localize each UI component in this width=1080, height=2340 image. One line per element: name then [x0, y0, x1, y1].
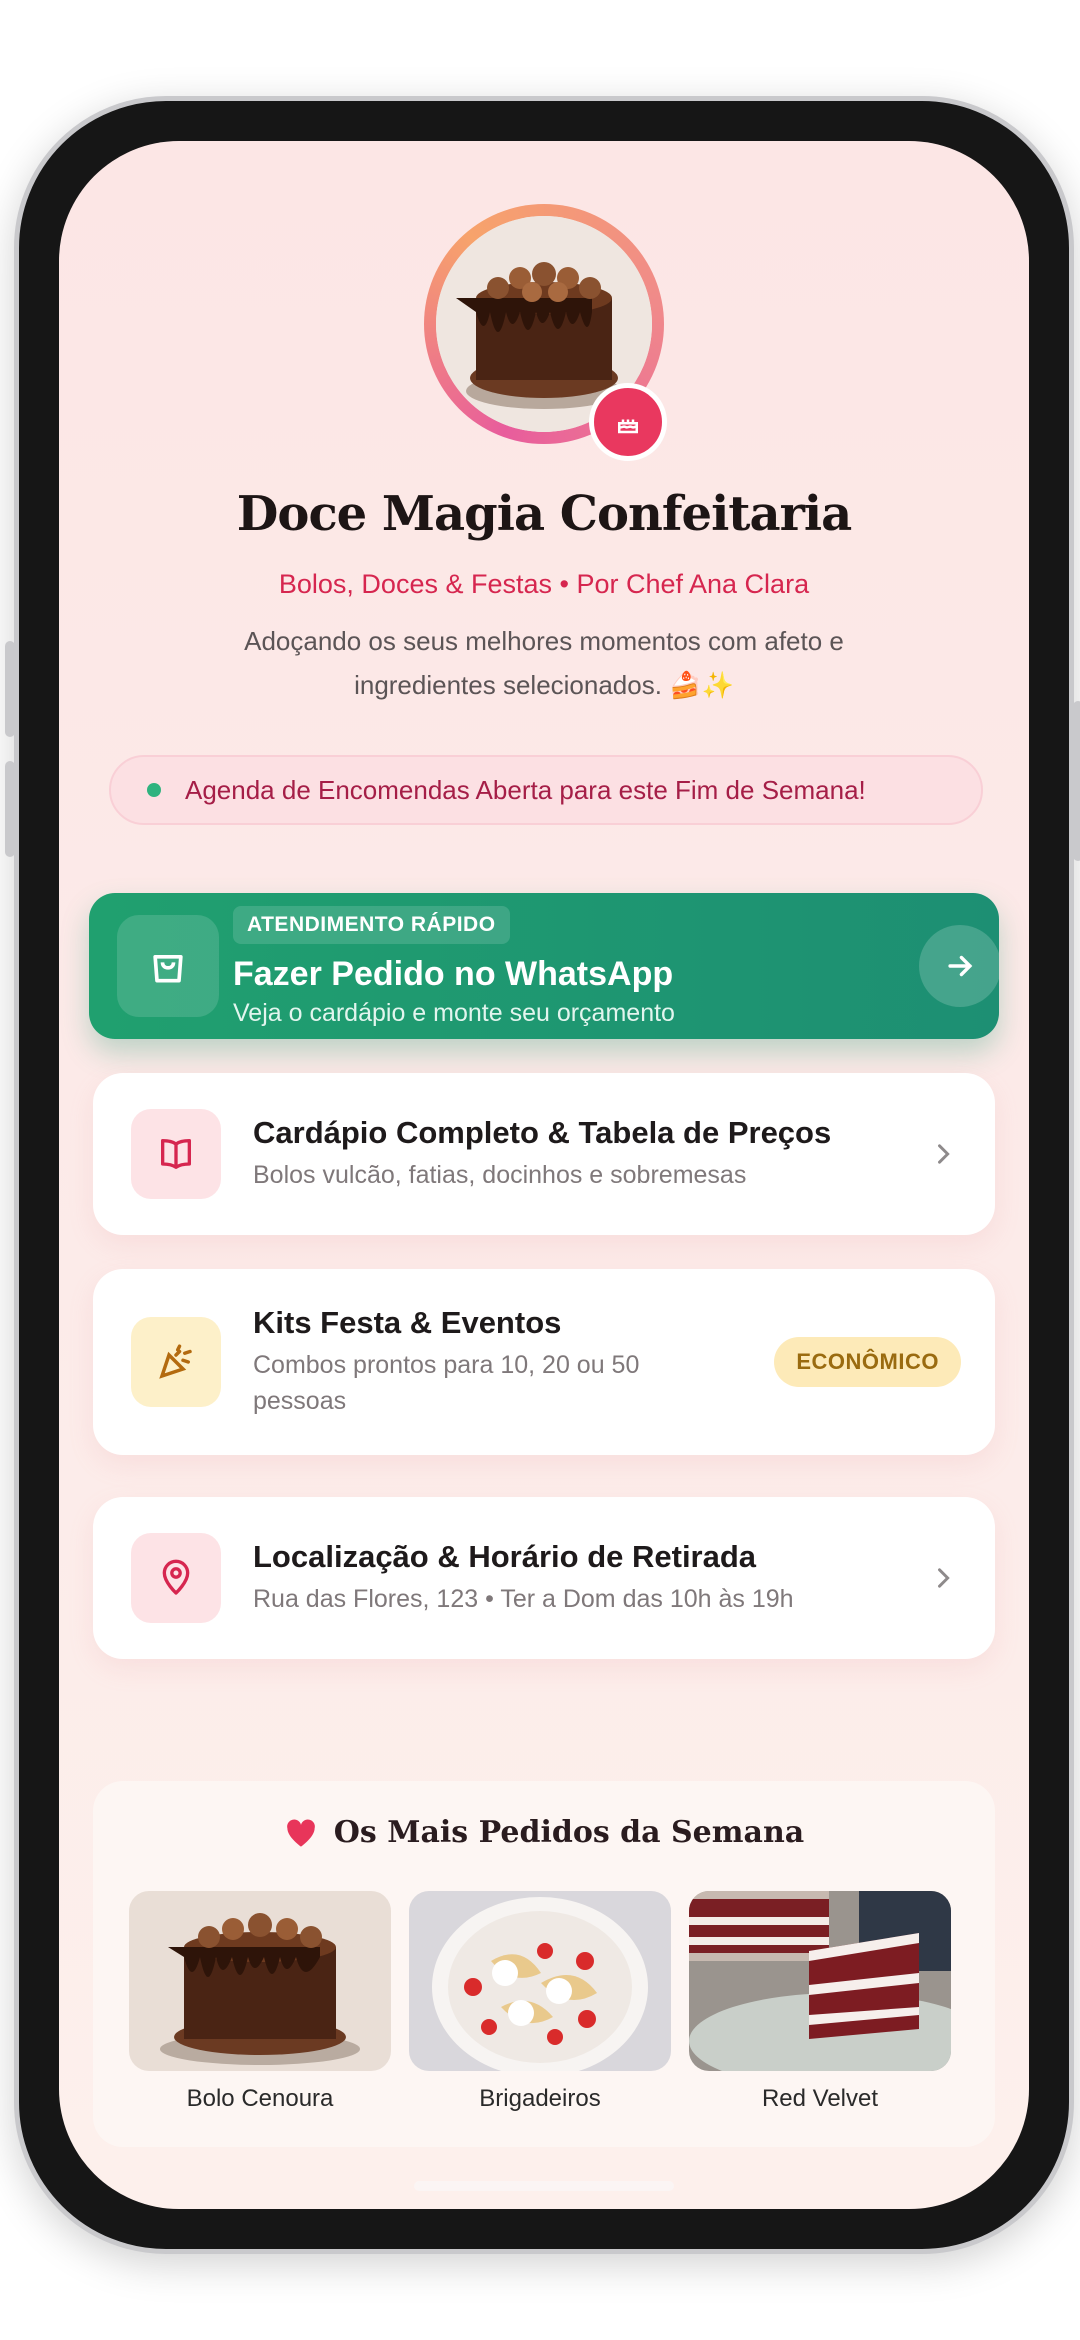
power-button — [1073, 701, 1080, 861]
whatsapp-title: Fazer Pedido no WhatsApp — [233, 955, 674, 993]
notice-text: Agenda de Encomendas Aberta para este Fi… — [185, 774, 866, 805]
home-indicator — [414, 2181, 674, 2191]
favorite-item[interactable]: Brigadeiros — [409, 1891, 671, 2113]
link-subtitle: Bolos vulcão, fatias, docinhos e sobreme… — [253, 1161, 747, 1189]
phone-frame: Doce Magia Confeitaria Bolos, Doces & Fe… — [5, 96, 1080, 2254]
location-hours-card[interactable]: Localização & Horário de Retirada Rua da… — [93, 1497, 995, 1659]
map-pin-icon — [131, 1533, 221, 1623]
favorite-label: Bolo Cenoura — [186, 2085, 334, 2112]
party-kits-card[interactable]: Kits Festa & Eventos Combos prontos para… — [93, 1269, 995, 1455]
profile-name: Doce Magia Confeitaria — [236, 486, 852, 542]
birthday-cake-icon — [618, 419, 638, 434]
favorite-item[interactable]: Red Velvet — [689, 1891, 951, 2113]
link-title: Cardápio Completo & Tabela de Preços — [253, 1115, 832, 1150]
link-title: Localização & Horário de Retirada — [253, 1539, 757, 1574]
volume-up-button — [5, 641, 15, 737]
book-icon — [131, 1109, 221, 1199]
link-title: Kits Festa & Eventos — [253, 1305, 562, 1340]
status-dot — [147, 783, 161, 797]
favorite-item[interactable]: Bolo Cenoura — [129, 1891, 391, 2113]
menu-link-card[interactable]: Cardápio Completo & Tabela de Preços Bol… — [93, 1073, 995, 1235]
profile-tagline: Bolos, Doces & Festas • Por Chef Ana Cla… — [278, 569, 810, 599]
chevron-right-icon — [938, 1568, 950, 1588]
section-title: Os Mais Pedidos da Semana — [333, 1815, 805, 1850]
volume-down-button — [5, 761, 15, 857]
arrow-right-icon — [919, 925, 999, 1007]
whatsapp-tag: ATENDIMENTO RÁPIDO — [233, 906, 510, 944]
whatsapp-subtitle: Veja o cardápio e monte seu orçamento — [233, 999, 675, 1027]
brigadeiros-image — [409, 1891, 671, 2071]
cake-image — [129, 1891, 391, 2071]
shopping-bag-icon — [117, 915, 219, 1017]
favorite-label: Red Velvet — [761, 2085, 879, 2112]
savings-badge: ECONÔMICO — [774, 1337, 961, 1387]
availability-notice: Agenda de Encomendas Aberta para este Fi… — [109, 755, 983, 825]
chevron-right-icon — [938, 1144, 950, 1164]
red-velvet-image — [689, 1891, 951, 2071]
birthday-cake-badge — [589, 383, 667, 461]
profile-bio: Adoçando os seus melhores momentos com a… — [244, 626, 844, 700]
link-subtitle: Rua das Flores, 123 • Ter a Dom das 10h … — [253, 1585, 794, 1613]
screen: Doce Magia Confeitaria Bolos, Doces & Fe… — [59, 141, 1029, 2209]
whatsapp-order-button[interactable]: ATENDIMENTO RÁPIDO Fazer Pedido no Whats… — [89, 893, 999, 1039]
party-popper-icon — [131, 1317, 221, 1407]
link-subtitle: Combos prontos para 10, 20 ou 50 pessoas — [253, 1351, 640, 1415]
favorite-label: Brigadeiros — [479, 2085, 601, 2112]
heart-icon — [286, 1818, 315, 1847]
top-orders-section: Os Mais Pedidos da Semana Bolo Cenoura B… — [93, 1781, 995, 2147]
section-header: Os Mais Pedidos da Semana — [93, 1815, 995, 1850]
